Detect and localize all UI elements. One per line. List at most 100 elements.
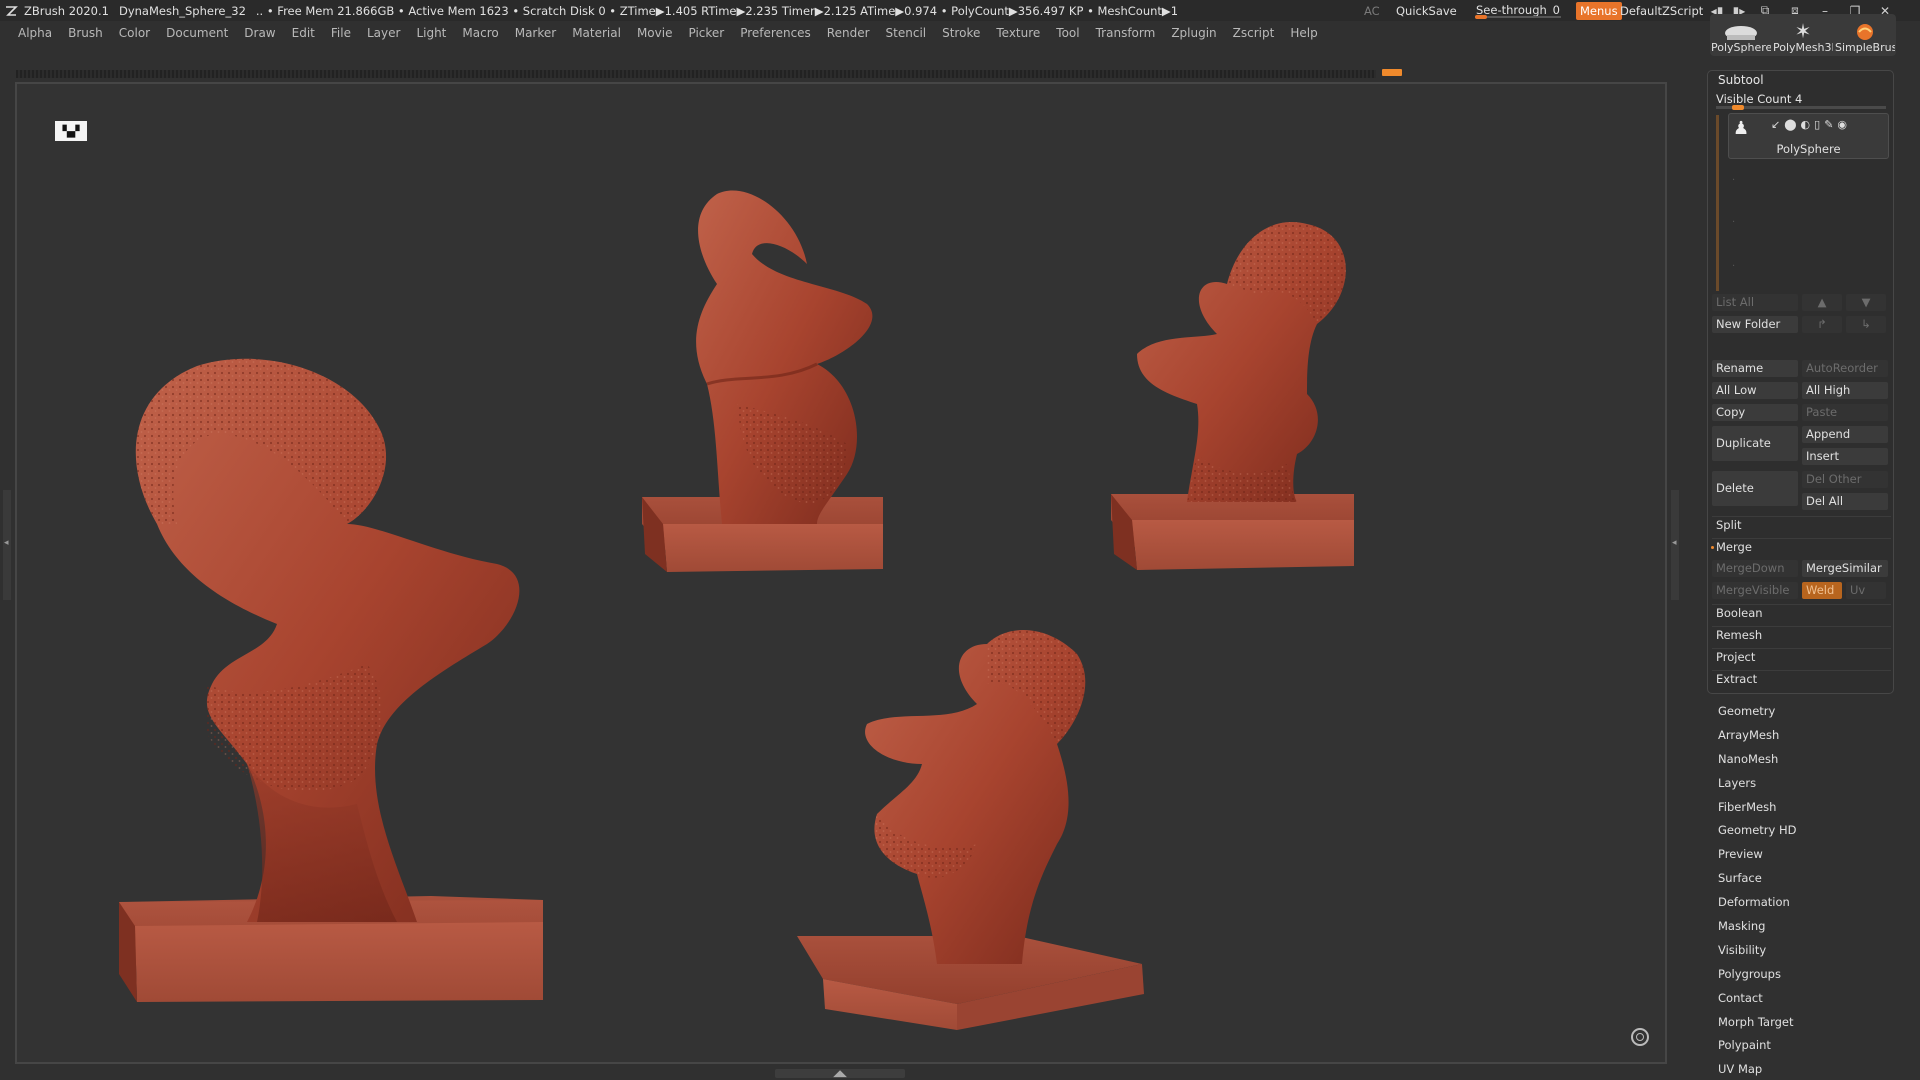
menu-document[interactable]: Document [166, 26, 228, 40]
palette-uv-map[interactable]: UV Map [1718, 1058, 1898, 1080]
menu-macro[interactable]: Macro [462, 26, 498, 40]
default-zscript-button[interactable]: DefaultZScript [1620, 4, 1703, 18]
menu-help[interactable]: Help [1290, 26, 1317, 40]
subtool-panel: Subtool Visible Count 4 ♟ ↙ ⬤ ◐ ▯ ✎ ◉ Po… [1707, 70, 1894, 694]
del-all-button[interactable]: Del All [1802, 493, 1888, 510]
seethrough-knob[interactable] [1475, 14, 1487, 19]
menu-stroke[interactable]: Stroke [942, 26, 980, 40]
menu-draw[interactable]: Draw [244, 26, 275, 40]
move-up-icon[interactable]: ▲ [1802, 294, 1842, 311]
right-tray-toggle[interactable]: ◂ [1671, 490, 1679, 600]
ac-toggle[interactable]: AC [1364, 4, 1380, 18]
autoreorder-button[interactable]: AutoReorder [1802, 360, 1888, 377]
main-menu-bar: Alpha Brush Color Document Draw Edit Fil… [10, 22, 1326, 44]
palette-preview[interactable]: Preview [1718, 843, 1898, 867]
append-button[interactable]: Append [1802, 426, 1888, 443]
palette-polypaint[interactable]: Polypaint [1718, 1034, 1898, 1058]
palette-geometry-hd[interactable]: Geometry HD [1718, 819, 1898, 843]
paste-button[interactable]: Paste [1802, 404, 1888, 421]
uv-toggle[interactable]: Uv [1846, 582, 1886, 599]
menu-file[interactable]: File [331, 26, 351, 40]
rename-button[interactable]: Rename [1712, 360, 1798, 377]
extract-section[interactable]: Extract [1712, 670, 1891, 687]
palette-geometry[interactable]: Geometry [1718, 700, 1898, 724]
seethrough-label: See-through [1476, 2, 1547, 17]
palette-morph-target[interactable]: Morph Target [1718, 1011, 1898, 1035]
move-down-icon[interactable]: ▼ [1846, 294, 1886, 311]
view-target-icon[interactable] [1631, 1028, 1649, 1046]
perspective-icon[interactable]: ▚▞ [55, 121, 87, 141]
palette-fibermesh[interactable]: FiberMesh [1718, 796, 1898, 820]
quicksave-button[interactable]: QuickSave [1396, 4, 1457, 18]
canvas-viewport[interactable]: ▚▞ [15, 82, 1667, 1064]
menu-render[interactable]: Render [827, 26, 870, 40]
menu-light[interactable]: Light [416, 26, 446, 40]
eye-icon[interactable]: ◉ [1837, 118, 1847, 131]
split-section[interactable]: Split [1712, 516, 1891, 533]
tool-simplebrush[interactable]: SimpleBrush [1834, 14, 1896, 56]
remesh-section[interactable]: Remesh [1712, 626, 1891, 643]
copy-button[interactable]: Copy [1712, 404, 1798, 421]
brush-icon[interactable]: ✎ [1824, 118, 1833, 131]
weld-toggle[interactable]: Weld [1802, 582, 1842, 599]
menu-transform[interactable]: Transform [1096, 26, 1156, 40]
into-folder-icon[interactable]: ↳ [1846, 316, 1886, 333]
seethrough-slider[interactable]: See-through 0 [1472, 2, 1564, 20]
menu-layer[interactable]: Layer [367, 26, 400, 40]
sculpture-render [119, 190, 1354, 1030]
bottom-tray-toggle[interactable]: ◢◣ [775, 1069, 905, 1079]
del-other-button[interactable]: Del Other [1802, 471, 1888, 488]
menu-zplugin[interactable]: Zplugin [1171, 26, 1216, 40]
all-low-button[interactable]: All Low [1712, 382, 1798, 399]
toggle-icon[interactable]: ⬤ [1784, 118, 1796, 131]
menu-texture[interactable]: Texture [996, 26, 1040, 40]
menu-edit[interactable]: Edit [292, 26, 315, 40]
palette-contact[interactable]: Contact [1718, 987, 1898, 1011]
poly-icon[interactable]: ▯ [1814, 118, 1820, 131]
menu-zscript[interactable]: Zscript [1233, 26, 1275, 40]
menu-picker[interactable]: Picker [688, 26, 724, 40]
menu-marker[interactable]: Marker [515, 26, 556, 40]
list-all-button[interactable]: List All [1712, 294, 1798, 311]
merge-visible-button[interactable]: MergeVisible [1712, 582, 1798, 599]
new-folder-button[interactable]: New Folder [1712, 316, 1798, 333]
menu-alpha[interactable]: Alpha [18, 26, 52, 40]
palette-arraymesh[interactable]: ArrayMesh [1718, 724, 1898, 748]
menu-tool[interactable]: Tool [1056, 26, 1079, 40]
all-high-button[interactable]: All High [1802, 382, 1888, 399]
dynamic-icon[interactable]: ◐ [1801, 118, 1811, 131]
visible-count-slider[interactable] [1716, 105, 1886, 110]
menu-movie[interactable]: Movie [637, 26, 673, 40]
subtool-list-scrollbar[interactable] [1716, 115, 1719, 291]
subtool-item-polysphere[interactable]: ♟ ↙ ⬤ ◐ ▯ ✎ ◉ PolySphere [1728, 113, 1889, 159]
menu-stencil[interactable]: Stencil [886, 26, 927, 40]
subtool-thumbnail-icon: ♟ [1733, 118, 1750, 139]
merge-section[interactable]: Merge [1711, 538, 1891, 555]
palette-deformation[interactable]: Deformation [1718, 891, 1898, 915]
menu-color[interactable]: Color [119, 26, 150, 40]
folder-arrow-icon[interactable]: ↙ [1771, 118, 1780, 131]
insert-button[interactable]: Insert [1802, 448, 1888, 465]
delete-button[interactable]: Delete [1712, 471, 1798, 506]
palette-layers[interactable]: Layers [1718, 772, 1898, 796]
tool-polymesh3d[interactable]: ✶ PolyMesh3D [1772, 14, 1834, 56]
star-icon: ✶ [1794, 19, 1812, 43]
tool-polysphere[interactable]: PolySphere [1710, 14, 1772, 56]
palette-polygroups[interactable]: Polygroups [1718, 963, 1898, 987]
palette-nanomesh[interactable]: NanoMesh [1718, 748, 1898, 772]
menu-brush[interactable]: Brush [68, 26, 103, 40]
left-tray-toggle[interactable]: ◂ [3, 490, 11, 600]
subtool-title[interactable]: Subtool [1718, 73, 1764, 87]
menu-preferences[interactable]: Preferences [740, 26, 811, 40]
palette-visibility[interactable]: Visibility [1718, 939, 1898, 963]
redo-arrow-icon[interactable]: ↱ [1802, 316, 1842, 333]
palette-surface[interactable]: Surface [1718, 867, 1898, 891]
menus-toggle[interactable]: Menus [1576, 1, 1622, 20]
palette-masking[interactable]: Masking [1718, 915, 1898, 939]
boolean-section[interactable]: Boolean [1712, 604, 1891, 621]
menu-material[interactable]: Material [572, 26, 621, 40]
project-section[interactable]: Project [1712, 648, 1891, 665]
duplicate-button[interactable]: Duplicate [1712, 426, 1798, 461]
merge-similar-button[interactable]: MergeSimilar [1802, 560, 1888, 577]
merge-down-button[interactable]: MergeDown [1712, 560, 1798, 577]
